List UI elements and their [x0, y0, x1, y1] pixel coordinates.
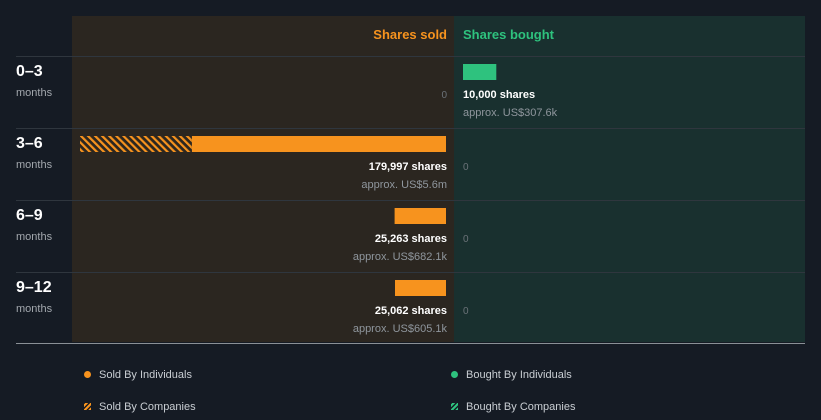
sold-companies-swatch [84, 402, 91, 410]
row-period-label: 9–12 [16, 279, 52, 296]
row-period-label: 6–9 [16, 207, 43, 224]
legend-bought-by-companies: Bought By Companies [451, 399, 575, 415]
legend-label: Bought By Companies [466, 401, 576, 413]
sold-companies-bar [80, 136, 192, 152]
bought-column-background [454, 16, 805, 342]
row-period-label: 0–3 [16, 63, 43, 80]
sold-shares-label: 25,263 shares [375, 233, 447, 245]
sold-individuals-bar [191, 136, 446, 152]
row-period-label: 3–6 [16, 135, 43, 152]
bought-column-header: Shares bought [463, 27, 555, 42]
sold-approx-value-label: approx. US$682.1k [353, 251, 448, 263]
bought-companies-swatch [451, 402, 458, 410]
sold-individuals-bar [394, 208, 446, 224]
legend-bought-by-individuals: Bought By Individuals [451, 367, 572, 383]
bought-shares-label: 10,000 shares [463, 89, 535, 101]
legend-label: Sold By Companies [99, 401, 196, 413]
bought-approx-value-label: approx. US$307.6k [463, 107, 558, 119]
sold-individuals-swatch [84, 370, 91, 378]
bought-zero-label: 0 [463, 306, 469, 317]
sold-column-header: Shares sold [373, 27, 447, 42]
bought-individuals-bar [463, 64, 497, 80]
sold-approx-value-label: approx. US$5.6m [361, 179, 447, 191]
sold-shares-label: 179,997 shares [369, 161, 447, 173]
row-unit-label: months [16, 303, 53, 315]
insider-trading-chart: Shares sold Shares bought 0–3 months 0 1… [16, 16, 805, 344]
sold-zero-label: 0 [441, 90, 447, 101]
legend-label: Bought By Individuals [466, 369, 572, 381]
sold-shares-label: 25,062 shares [375, 305, 447, 317]
row-unit-label: months [16, 231, 53, 243]
sold-individuals-bar [395, 280, 446, 296]
bought-individuals-swatch [451, 370, 458, 378]
row-unit-label: months [16, 87, 53, 99]
sold-approx-value-label: approx. US$605.1k [353, 323, 448, 335]
legend-sold-by-individuals: Sold By Individuals [84, 367, 192, 383]
legend-label: Sold By Individuals [99, 369, 192, 381]
row-unit-label: months [16, 159, 53, 171]
legend-sold-by-companies: Sold By Companies [84, 399, 196, 415]
bought-zero-label: 0 [463, 234, 469, 245]
bought-zero-label: 0 [463, 162, 469, 173]
